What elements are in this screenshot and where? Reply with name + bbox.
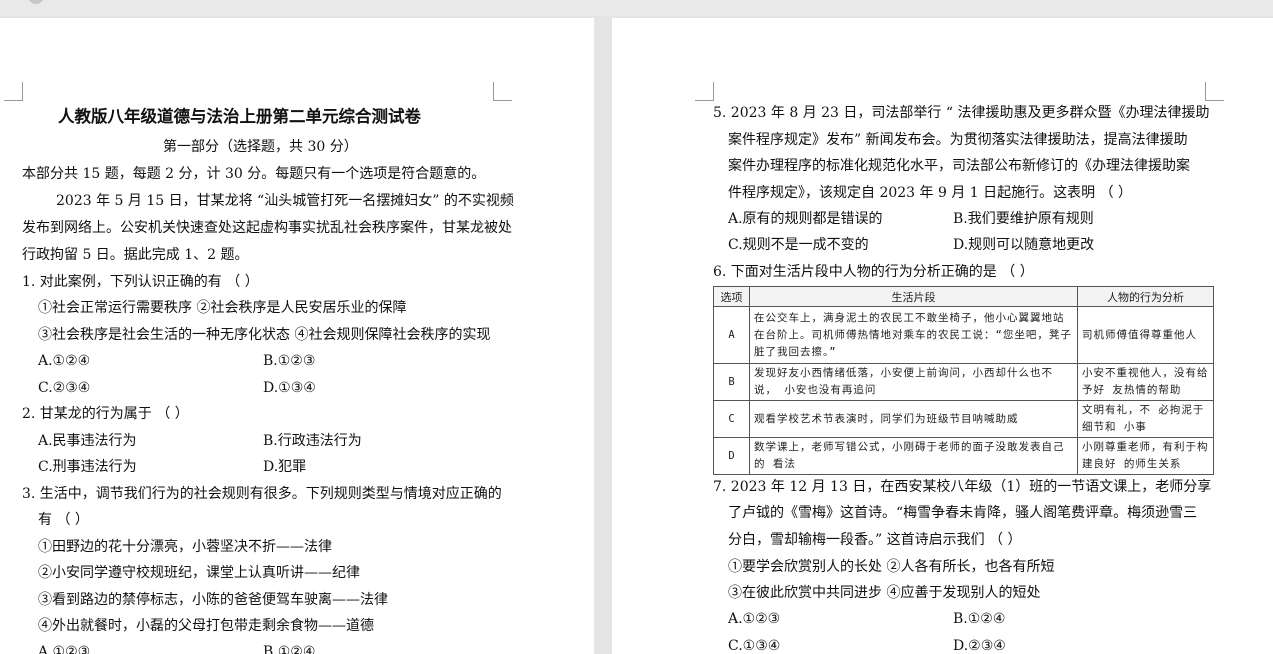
question-stem: 5. 2023 年 8 月 23 日，司法部举行 “ 法律援助惠及更多群众暨《办… — [713, 105, 1210, 121]
column-header: 生活片段 — [749, 286, 1078, 307]
answer-option: B.①②③ — [263, 353, 316, 369]
option-cell: A — [713, 306, 750, 364]
answer-option: B.行政违法行为 — [263, 433, 362, 449]
exam-title: 人教版八年级道德与法治上册第二单元综合测试卷 — [58, 107, 421, 126]
answer-option: D.犯罪 — [263, 459, 307, 475]
statement-line: ①田野边的花十分漂亮，小蓉坚决不折——法律 — [38, 539, 332, 555]
scenario-table: 选项 生活片段 人物的行为分析 A 在公交车上，满身泥土的农民工不敢坐椅子，他小… — [713, 286, 1214, 475]
top-toolbar-strip — [0, 0, 1273, 16]
analysis-cell: 小刚尊重老师，有利于构建良好 的师生关系 — [1077, 437, 1214, 475]
analysis-cell: 小安不重视他人，没有给予好 友热情的帮助 — [1077, 363, 1214, 401]
option-cell: B — [713, 363, 750, 401]
scene-cell: 在公交车上，满身泥土的农民工不敢坐椅子，他小心翼翼地站 在台阶上。司机师傅热情地… — [749, 306, 1078, 364]
question-stem: 7. 2023 年 12 月 13 日，在西安某校八年级（1）班的一节语文课上，… — [713, 479, 1212, 495]
answer-option: A.①②④ — [38, 353, 91, 369]
section-instruction: 本部分共 15 题，每题 2 分，计 30 分。每题只有一个选项是符合题意的。 — [22, 166, 486, 182]
question-stem: 2. 甘某龙的行为属于 （ ） — [22, 406, 189, 422]
material-line: 行政拘留 5 日。据此完成 1、2 题。 — [22, 247, 249, 263]
answer-option: A.①②③ — [38, 644, 91, 654]
column-header: 人物的行为分析 — [1077, 286, 1214, 307]
table-row: C 观看学校艺术节表演时，同学们为班级节目呐喊助威 文明有礼，不 必拘泥于细节和… — [713, 400, 1214, 438]
statement-line: ①社会正常运行需要秩序 ②社会秩序是人民安居乐业的保障 — [38, 300, 407, 316]
statement-line: ③在彼此欣赏中共同进步 ④应善于发现别人的短处 — [728, 585, 1041, 601]
question-stem: 6. 下面对生活片段中人物的行为分析正确的是 （ ） — [713, 264, 1034, 280]
document-page-right: 5. 2023 年 8 月 23 日，司法部举行 “ 法律援助惠及更多群众暨《办… — [612, 18, 1273, 654]
analysis-cell: 文明有礼，不 必拘泥于细节和 小事 — [1077, 400, 1214, 438]
question-stem: 案件办理程序的标准化规范化水平，司法部公布新修订的《办理法律援助案 — [728, 158, 1190, 174]
answer-option: D.规则可以随意地更改 — [953, 237, 1095, 253]
answer-option: B.①②④ — [953, 611, 1006, 627]
column-header: 选项 — [713, 286, 750, 307]
scroll-handle[interactable] — [28, 0, 44, 4]
question-stem: 件程序规定》，该规定自 2023 年 9 月 1 日起施行。这表明 （ ） — [728, 185, 1133, 201]
question-stem: 分白，雪却输梅一段香。” 这首诗启示我们 （ ） — [728, 532, 1022, 548]
question-stem: 1. 对此案例，下列认识正确的有 （ ） — [22, 274, 259, 290]
answer-option: A.①②③ — [728, 611, 781, 627]
table-header-row: 选项 生活片段 人物的行为分析 — [713, 286, 1214, 307]
answer-option: C.规则不是一成不变的 — [728, 237, 869, 253]
scene-cell: 数学课上，老师写错公式，小刚碍于老师的面子没敢发表自己的 看法 — [749, 437, 1078, 475]
material-line: 2023 年 5 月 15 日，甘某龙将 “汕头城管打死一名摆摊妇女” 的不实视… — [56, 193, 514, 209]
table-row: A 在公交车上，满身泥土的农民工不敢坐椅子，他小心翼翼地站 在台阶上。司机师傅热… — [713, 306, 1214, 364]
margin-corner-mark — [1205, 82, 1224, 101]
option-cell: D — [713, 437, 750, 475]
answer-option: A.民事违法行为 — [38, 433, 137, 449]
scene-cell: 发现好友小西情绪低落，小安便上前询问，小西却什么也不说， 小安也没有再追问 — [749, 363, 1078, 401]
question-stem: 有 （ ） — [38, 512, 89, 528]
answer-option: D.②③④ — [953, 638, 1006, 654]
question-stem: 了卢钺的《雪梅》这首诗。“梅雪争春未肯降，骚人阁笔费评章。梅须逊雪三 — [728, 505, 1198, 521]
question-stem: 案件程序规定》发布” 新闻发布会。为贯彻落实法律援助法，提高法律援助 — [728, 132, 1188, 148]
table-row: D 数学课上，老师写错公式，小刚碍于老师的面子没敢发表自己的 看法 小刚尊重老师… — [713, 437, 1214, 475]
margin-corner-mark — [493, 82, 512, 101]
statement-line: ③社会秩序是社会生活的一种无序化状态 ④社会规则保障社会秩序的实现 — [38, 327, 491, 343]
answer-option: D.①③④ — [263, 380, 316, 396]
section-heading: 第一部分（选择题，共 30 分） — [163, 139, 358, 155]
statement-line: ③看到路边的禁停标志，小陈的爸爸便驾车驶离——法律 — [38, 592, 388, 608]
statement-line: ②小安同学遵守校规班纪，课堂上认真听讲——纪律 — [38, 565, 360, 581]
option-cell: C — [713, 400, 750, 438]
scene-cell: 观看学校艺术节表演时，同学们为班级节目呐喊助威 — [749, 400, 1078, 438]
table-row: B 发现好友小西情绪低落，小安便上前询问，小西却什么也不说， 小安也没有再追问 … — [713, 363, 1214, 401]
margin-corner-mark — [4, 82, 23, 101]
answer-option: B.我们要维护原有规则 — [953, 211, 1094, 227]
answer-option: A.原有的规则都是错误的 — [728, 211, 883, 227]
answer-option: C.①③④ — [728, 638, 781, 654]
answer-option: B.①②④ — [263, 644, 316, 654]
answer-option: C.刑事违法行为 — [38, 459, 137, 475]
answer-option: C.②③④ — [38, 380, 91, 396]
statement-line: ①要学会欣赏别人的长处 ②人各有所长，也各有所短 — [728, 559, 1055, 575]
statement-line: ④外出就餐时，小磊的父母打包带走剩余食物——道德 — [38, 618, 374, 634]
question-stem: 3. 生活中，调节我们行为的社会规则有很多。下列规则类型与情境对应正确的 — [22, 486, 502, 502]
document-page-left: 人教版八年级道德与法治上册第二单元综合测试卷 第一部分（选择题，共 30 分） … — [0, 18, 594, 654]
material-line: 发布到网络上。公安机关快速查处这起虚构事实扰乱社会秩序案件，甘某龙被处 — [22, 220, 512, 236]
analysis-cell: 司机师傅值得尊重他人 — [1077, 306, 1214, 364]
margin-corner-mark — [695, 82, 714, 101]
